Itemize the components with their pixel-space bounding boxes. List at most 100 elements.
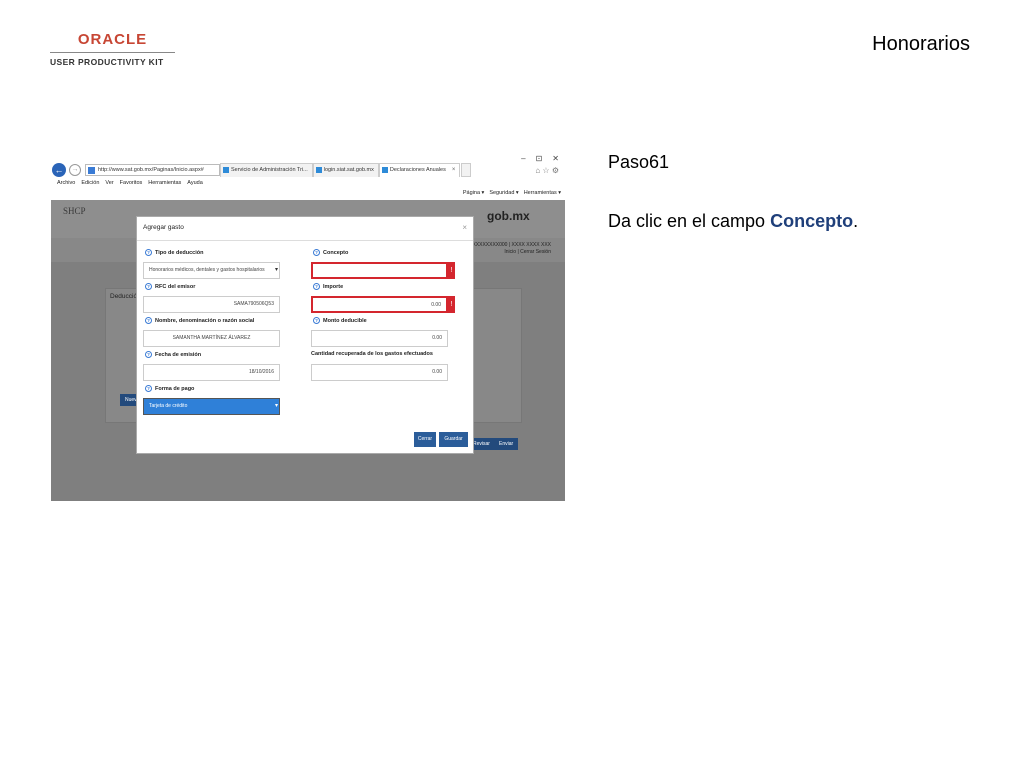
rfc-emisor-label: ? RFC del emisor: [145, 283, 195, 290]
shcp-logo: SHCP: [63, 206, 86, 216]
menu-herramientas[interactable]: Herramientas: [148, 180, 181, 186]
forma-pago-select[interactable]: Tarjeta de crédito ▾: [143, 398, 280, 415]
page: ORACLE USER PRODUCTIVITY KIT Honorarios …: [0, 0, 1024, 768]
navigation-bar: ← → http://www.sat.gob.mx/Paginas/Inicio…: [51, 161, 565, 179]
forma-pago-label: ? Forma de pago: [145, 385, 194, 392]
menu-favoritos[interactable]: Favoritos: [120, 180, 143, 186]
error-icon: !: [448, 262, 455, 279]
rfc-emisor-label-wrap: ? RFC del emisor: [145, 283, 195, 290]
menu-ver[interactable]: Ver: [105, 180, 113, 186]
importe-input[interactable]: 0.00: [311, 296, 448, 313]
label-text: RFC del emisor: [155, 283, 196, 290]
help-icon[interactable]: ?: [145, 317, 152, 324]
rfc-line: XXXXXXXX000 | XXXX XXXX XXX: [472, 242, 551, 248]
help-icon[interactable]: ?: [145, 385, 152, 392]
nombre-label: ? Nombre, denominación o razón social: [145, 317, 254, 324]
monto-deducible-label: ? Monto deducible: [313, 317, 367, 324]
label-text: Nombre, denominación o razón social: [155, 317, 255, 324]
agregar-gasto-modal: Agregar gasto × ? Tipo de deducción Honor…: [136, 216, 474, 454]
security-menu[interactable]: Seguridad ▾: [489, 190, 518, 196]
page-menu[interactable]: Página ▾: [463, 190, 484, 196]
help-icon[interactable]: ?: [145, 351, 152, 358]
cerrar-button[interactable]: Cerrar: [414, 432, 436, 447]
tipo-deduccion-label-wrap: ? Tipo de deducción: [145, 249, 204, 256]
menu-bar: Archivo Edición Ver Favoritos Herramient…: [57, 180, 203, 186]
concepto-label: ? Concepto: [313, 249, 348, 256]
label-text: Importe: [323, 283, 344, 290]
close-icon[interactable]: ×: [462, 223, 467, 232]
help-icon[interactable]: ?: [145, 249, 152, 256]
monto-deducible-input[interactable]: 0.00: [311, 330, 448, 347]
tab-label: Declaraciones Anuales: [389, 167, 446, 173]
chevron-down-icon: ▾: [274, 403, 278, 409]
help-icon[interactable]: ?: [145, 283, 152, 290]
command-bar: Página ▾ Seguridad ▾ Herramientas ▾: [463, 190, 561, 196]
select-value: Tarjeta de crédito: [149, 403, 188, 409]
address-bar[interactable]: http://www.sat.gob.mx/Paginas/Inicio.asp…: [85, 164, 220, 176]
site-favicon-icon: [88, 167, 95, 174]
tab-declaraciones[interactable]: Declaraciones Anuales ×: [378, 163, 461, 177]
label-text: Tipo de deducción: [155, 249, 204, 256]
nombre-input[interactable]: SAMANTHA MARTÍNEZ ÁLVAREZ: [143, 330, 280, 347]
menu-archivo[interactable]: Archivo: [57, 180, 75, 186]
tab-label: Servicio de Administración Tri...: [231, 167, 308, 173]
agency-name: SHCP: [63, 206, 86, 216]
modal-title: Agregar gasto: [143, 224, 184, 231]
label-text: Forma de pago: [155, 385, 195, 392]
address-text: http://www.sat.gob.mx/Paginas/Inicio.asp…: [98, 167, 204, 173]
error-icon: !: [448, 296, 455, 313]
select-value: Honorarios médicos, dentales y gastos ho…: [149, 267, 265, 273]
help-icon[interactable]: ?: [313, 249, 320, 256]
tipo-deduccion-label: ? Tipo de deducción: [145, 249, 204, 256]
tipo-deduccion-select[interactable]: Honorarios médicos, dentales y gastos ho…: [143, 262, 280, 279]
fecha-emision-label: ? Fecha de emisión: [145, 351, 201, 358]
concepto-input[interactable]: [311, 262, 448, 279]
nombre-label-wrap: ? Nombre, denominación o razón social: [145, 317, 254, 324]
step-title: Paso61: [608, 152, 670, 172]
importe-label-wrap: ? Importe: [313, 283, 343, 290]
monto-deducible-label-wrap: ? Monto deducible: [313, 317, 367, 324]
close-tab-icon[interactable]: ×: [452, 167, 456, 173]
instruction-target: Concepto: [770, 211, 854, 231]
star-icon[interactable]: ☆: [542, 166, 549, 175]
gobmx-logo: gob.mx: [487, 209, 530, 223]
menu-ayuda[interactable]: Ayuda: [187, 180, 203, 186]
tab-login[interactable]: login.siat.sat.gob.mx: [312, 163, 379, 177]
guardar-button[interactable]: Guardar: [439, 432, 468, 447]
new-tab-button[interactable]: [461, 163, 472, 177]
label-text: Fecha de emisión: [155, 351, 202, 358]
fecha-emision-input[interactable]: 18/10/2016: [143, 364, 280, 381]
rfc-emisor-input[interactable]: SAMA790506Q53: [143, 296, 280, 313]
importe-label: ? Importe: [313, 283, 343, 290]
cantidad-recuperada-input[interactable]: 0.00: [311, 364, 448, 381]
screenshot-frame: – ⊡ ✕ ← → http://www.sat.gob.mx/Paginas/…: [51, 152, 565, 501]
cantidad-recuperada-label-wrap: Cantidad recuperada de los gastos efectu…: [311, 351, 433, 357]
fecha-emision-label-wrap: ? Fecha de emisión: [145, 351, 201, 358]
forward-arrow-icon[interactable]: →: [69, 164, 81, 176]
cantidad-recuperada-label: Cantidad recuperada de los gastos efectu…: [311, 351, 433, 357]
tab-sat[interactable]: Servicio de Administración Tri...: [220, 163, 313, 177]
help-icon[interactable]: ?: [313, 317, 320, 324]
label-text: Concepto: [323, 249, 349, 256]
menu-edicion[interactable]: Edición: [81, 180, 99, 186]
document-title: Honorarios: [872, 33, 970, 55]
tab-label: login.siat.sat.gob.mx: [323, 167, 374, 173]
toolbar-icons: ⌂ ☆ ⚙: [535, 166, 559, 175]
step-instruction: Da clic en el campo Concepto.: [608, 211, 858, 232]
help-icon[interactable]: ?: [313, 283, 320, 290]
oracle-upk-logo: ORACLE USER PRODUCTIVITY KIT: [50, 32, 175, 67]
session-links[interactable]: Inicio | Cerrar Sesión: [472, 249, 551, 256]
forma-pago-label-wrap: ? Forma de pago: [145, 385, 194, 392]
back-arrow-icon[interactable]: ←: [52, 163, 66, 177]
section-label: Deducció: [110, 293, 138, 300]
home-icon[interactable]: ⌂: [535, 166, 540, 175]
label-text: Monto deducible: [323, 317, 367, 324]
instruction-suffix: .: [853, 211, 859, 231]
gear-icon[interactable]: ⚙: [552, 166, 559, 175]
tools-menu[interactable]: Herramientas ▾: [524, 190, 561, 196]
browser-chrome: – ⊡ ✕ ← → http://www.sat.gob.mx/Paginas/…: [51, 152, 565, 200]
chevron-down-icon: ▾: [274, 267, 278, 273]
enviar-button[interactable]: Enviar: [494, 438, 519, 450]
logo-divider: [50, 52, 175, 53]
upk-label: USER PRODUCTIVITY KIT: [50, 57, 164, 67]
